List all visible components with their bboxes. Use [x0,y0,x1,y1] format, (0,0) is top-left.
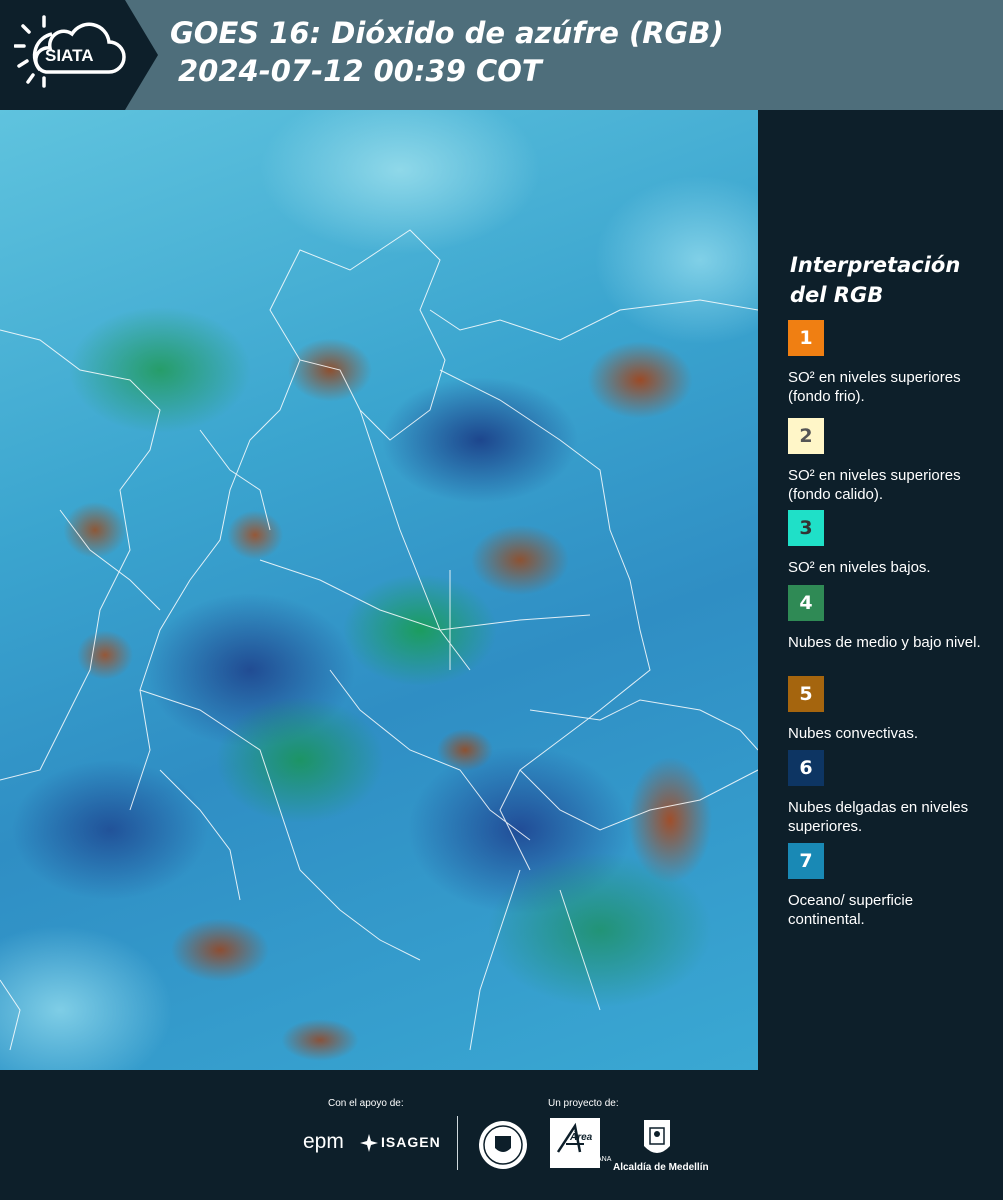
legend-label-3: SO² en niveles bajos. [788,559,931,576]
header-bar: SIATA GOES 16: Dióxido de azúfre (RGB) 2… [0,0,1003,110]
legend-item-1: 1 SO² en niveles superiores (fondo frio)… [788,320,988,406]
legend-item-7: 7 Oceano/ superficie continental. [788,843,988,929]
legend-label-7: Oceano/ superficie continental. [788,892,914,928]
legend-swatch-6: 6 [788,750,824,786]
isagen-star-icon [360,1134,378,1152]
legend-item-2: 2 SO² en niveles superiores (fondo calid… [788,418,988,504]
legend-item-4: 4 Nubes de medio y bajo nivel. [788,585,988,652]
isagen-logo: ISAGEN [381,1134,441,1150]
area-metropolitana-sub2: Valle de Aburrá [558,1164,599,1170]
epm-logo: epm [303,1130,344,1153]
legend-swatch-4: 4 [788,585,824,621]
legend-label-4: Nubes de medio y bajo nivel. [788,634,981,651]
siata-logo-text: SIATA [45,46,94,65]
alcaldia-medellin-logo: Alcaldía de Medellín [613,1162,709,1173]
support-label: Con el apoyo de: [328,1098,404,1109]
legend-swatch-2: 2 [788,418,824,454]
footer: Con el apoyo de: Un proyecto de: epm ISA… [0,1070,1003,1200]
legend-swatch-3: 3 [788,510,824,546]
legend-item-6: 6 Nubes delgadas en niveles superiores. [788,750,988,836]
legend-title: Interpretación del RGB [790,253,961,307]
satellite-map [0,110,758,1070]
legend-label-2: SO² en niveles superiores (fondo calido)… [788,467,961,503]
project-label: Un proyecto de: [548,1098,619,1109]
legend-item-5: 5 Nubes convectivas. [788,676,988,743]
footer-divider [457,1116,458,1170]
page-title: GOES 16: Dióxido de azúfre (RGB) [170,16,724,50]
area-metropolitana-sub: METROPOLITANA [552,1156,612,1163]
timestamp: 2024-07-12 00:39 COT [178,54,542,88]
legend-label-1: SO² en niveles superiores (fondo frio). [788,369,961,405]
alcaldia-shield-icon [644,1120,670,1153]
university-seal-icon [479,1121,527,1169]
legend-label-5: Nubes convectivas. [788,725,919,742]
siata-logo-panel: SIATA [0,0,158,110]
legend-swatch-7: 7 [788,843,824,879]
area-metropolitana-name: Área [570,1132,593,1143]
legend-swatch-1: 1 [788,320,824,356]
legend-item-3: 3 SO² en niveles bajos. [788,510,988,577]
border-lines-overlay [0,229,758,1051]
legend-panel: Interpretación del RGB 1 SO² en niveles … [758,110,1003,1070]
legend-swatch-5: 5 [788,676,824,712]
legend-label-6: Nubes delgadas en niveles superiores. [788,799,969,835]
